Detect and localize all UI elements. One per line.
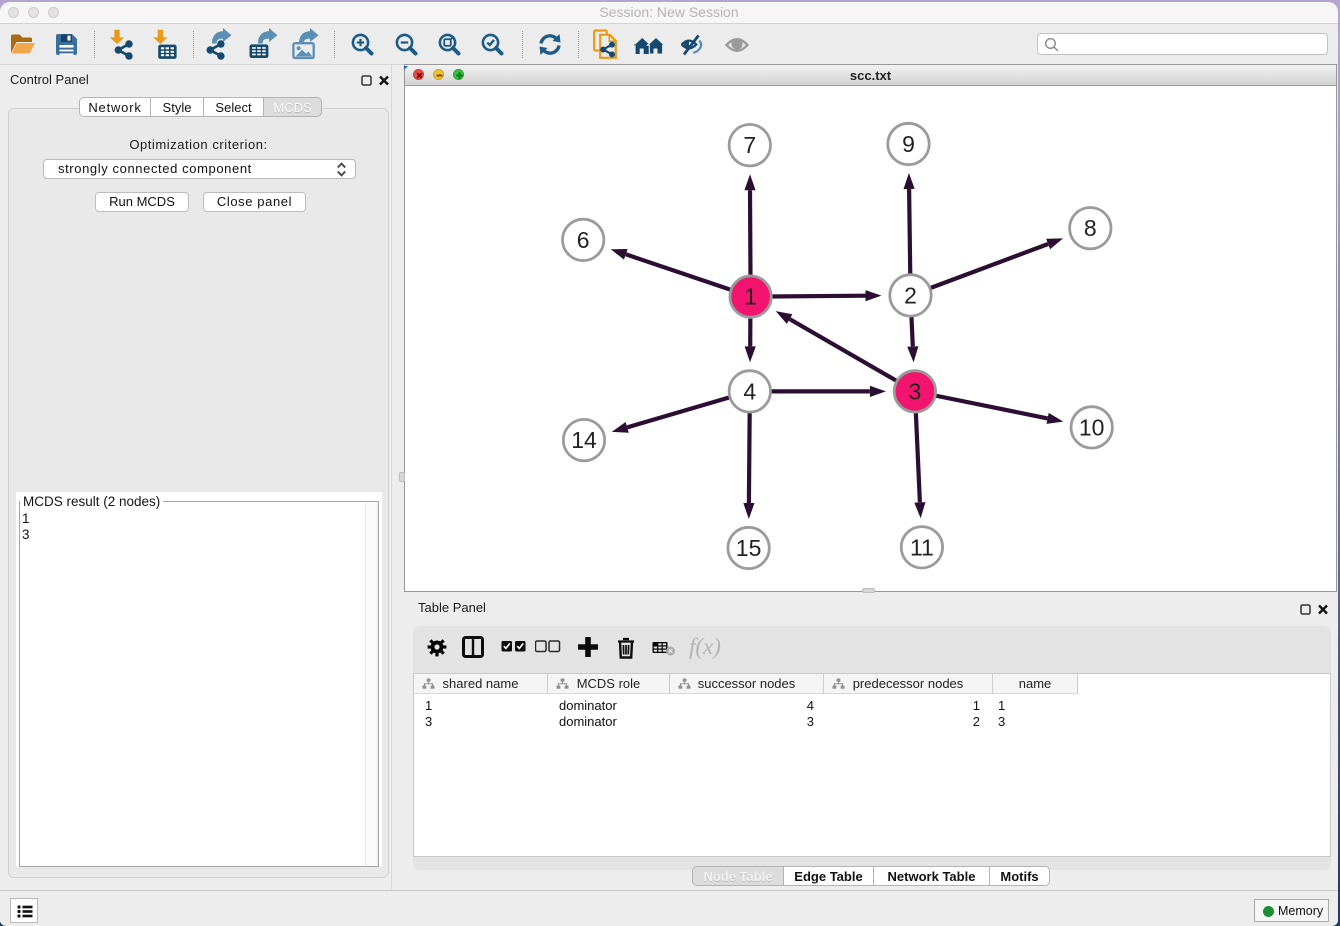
svg-text:15: 15	[736, 535, 762, 561]
svg-text:11: 11	[910, 534, 934, 560]
svg-text:10: 10	[1079, 414, 1105, 440]
svg-text:8: 8	[1084, 215, 1097, 241]
svg-text:9: 9	[902, 131, 915, 157]
svg-text:7: 7	[743, 132, 756, 158]
svg-text:3: 3	[909, 378, 922, 404]
svg-text:1: 1	[744, 284, 757, 310]
svg-text:14: 14	[571, 427, 597, 453]
svg-text:4: 4	[743, 378, 756, 404]
svg-text:6: 6	[577, 227, 590, 253]
svg-text:2: 2	[904, 282, 917, 308]
